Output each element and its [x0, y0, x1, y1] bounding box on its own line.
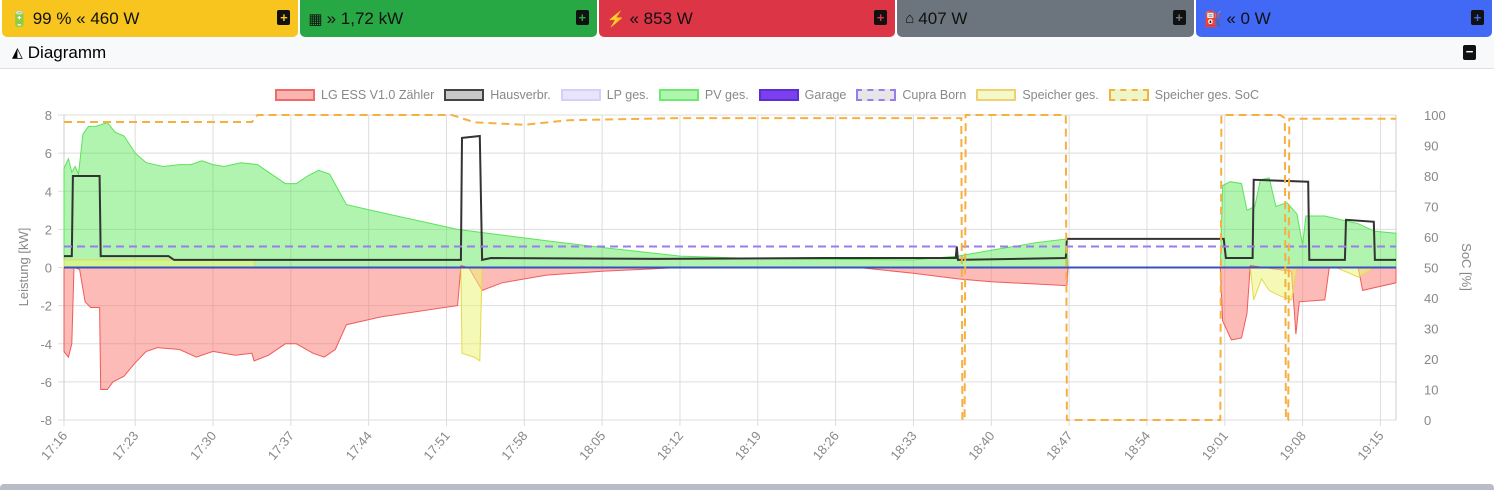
x-tick-label: 19:01 — [1199, 428, 1231, 463]
y-tick-label: 4 — [45, 184, 52, 199]
x-tick-label: 17:51 — [420, 428, 452, 463]
x-tick-label: 18:47 — [1043, 428, 1075, 463]
y2-tick-label: 50 — [1424, 261, 1438, 276]
y2-tick-label: 60 — [1424, 230, 1438, 245]
x-tick-label: 18:26 — [810, 428, 842, 463]
y-tick-label: -8 — [40, 413, 52, 428]
y-tick-label: 8 — [45, 108, 52, 123]
y-axis-label: Leistung [kW] — [16, 228, 31, 307]
series-lg-ess-v1-0-z-hler — [63, 264, 1397, 390]
y2-tick-label: 70 — [1424, 200, 1438, 215]
y2-tick-label: 0 — [1424, 413, 1431, 428]
y2-tick-label: 40 — [1424, 291, 1438, 306]
x-tick-label: 18:40 — [965, 428, 997, 463]
x-tick-label: 17:23 — [109, 428, 141, 463]
x-tick-label: 17:30 — [187, 428, 219, 463]
y-tick-label: 6 — [45, 146, 52, 161]
y-tick-label: -4 — [40, 337, 52, 352]
y2-tick-label: 10 — [1424, 383, 1438, 398]
x-tick-label: 18:33 — [887, 428, 919, 463]
y-tick-label: 0 — [45, 261, 52, 276]
x-tick-label: 18:54 — [1121, 428, 1153, 463]
x-tick-label: 18:05 — [576, 428, 608, 463]
x-tick-label: 18:19 — [732, 428, 764, 463]
y2-tick-label: 80 — [1424, 169, 1438, 184]
y2-tick-label: 100 — [1424, 108, 1446, 123]
x-tick-label: 17:58 — [498, 428, 530, 463]
x-tick-label: 18:12 — [654, 428, 686, 463]
y2-tick-label: 90 — [1424, 139, 1438, 154]
x-tick-label: 19:08 — [1276, 428, 1308, 463]
power-chart: -8-6-4-202468010203040506070809010017:16… — [16, 108, 1474, 463]
x-tick-label: 17:37 — [265, 428, 297, 463]
x-tick-label: 19:15 — [1354, 428, 1386, 463]
x-tick-label: 17:44 — [343, 428, 375, 463]
y-tick-label: -2 — [40, 299, 52, 314]
y-tick-label: -6 — [40, 375, 52, 390]
y-tick-label: 2 — [45, 222, 52, 237]
horizontal-scrollbar[interactable] — [0, 484, 1494, 490]
x-tick-label: 17:16 — [38, 428, 70, 463]
y2-axis-label: SoC [%] — [1459, 243, 1474, 291]
y2-tick-label: 30 — [1424, 322, 1438, 337]
y2-tick-label: 20 — [1424, 352, 1438, 367]
